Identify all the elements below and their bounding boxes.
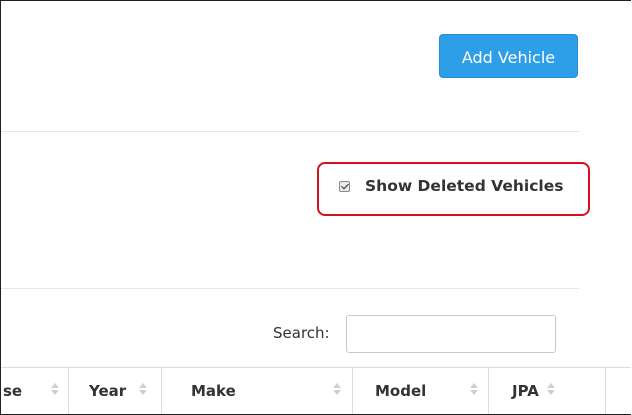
- column-header-label: Make: [191, 382, 236, 400]
- section-divider: [1, 131, 579, 132]
- column-header-model[interactable]: Model: [353, 368, 489, 414]
- sort-both-icon: [51, 382, 59, 396]
- column-header-make[interactable]: Make: [162, 368, 353, 414]
- column-header-year[interactable]: Year: [69, 368, 162, 414]
- vehicles-panel: Add Vehicle Show Deleted Vehicles Search…: [0, 0, 631, 415]
- column-header-label: Model: [375, 382, 427, 400]
- column-header-label: se: [3, 382, 23, 400]
- sort-both-icon: [470, 382, 478, 396]
- show-deleted-checkbox[interactable]: [339, 180, 350, 192]
- show-deleted-label[interactable]: Show Deleted Vehicles: [365, 177, 563, 195]
- search-input[interactable]: [346, 315, 556, 353]
- sort-both-icon: [139, 382, 147, 396]
- add-vehicle-button[interactable]: Add Vehicle: [439, 34, 578, 78]
- sort-both-icon: [547, 382, 555, 396]
- show-deleted-toggle[interactable]: Show Deleted Vehicles: [339, 176, 563, 196]
- column-divider: [605, 367, 606, 414]
- section-divider: [1, 288, 579, 289]
- sort-both-icon: [333, 382, 341, 396]
- column-header-label: Year: [89, 382, 127, 400]
- table-header: se Year Make Model JPA: [1, 367, 631, 414]
- column-header-jpa[interactable]: JPA: [489, 368, 631, 414]
- search-label: Search:: [273, 324, 330, 342]
- column-header-label: JPA: [512, 382, 539, 400]
- column-header-license[interactable]: se: [1, 368, 69, 414]
